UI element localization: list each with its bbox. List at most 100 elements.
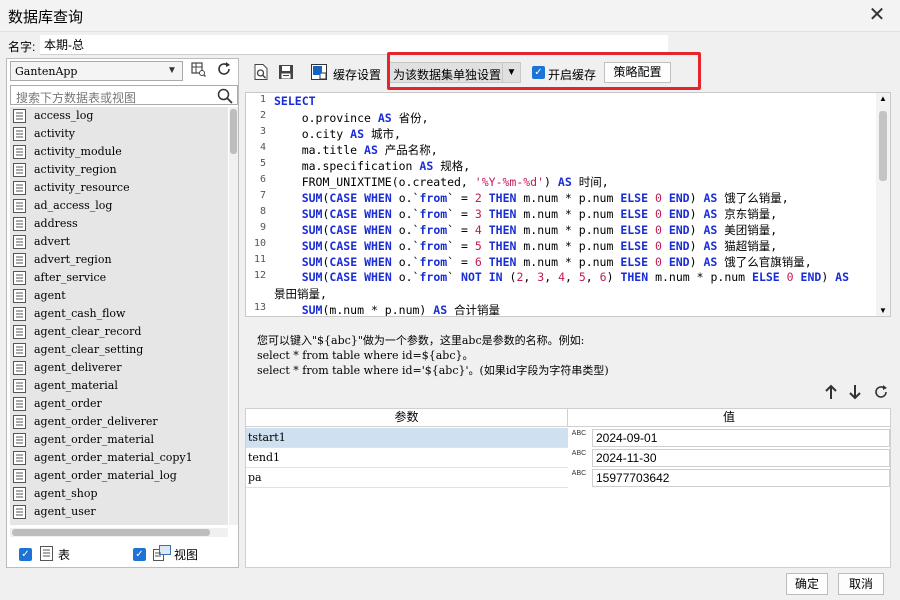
table-list-item[interactable]: after_service xyxy=(10,269,228,287)
code-text: FROM_UNIXTIME(o.created, '%Y-%m-%d') AS … xyxy=(274,175,609,189)
line-number: 13 xyxy=(253,302,266,313)
table-list-item[interactable]: advert xyxy=(10,233,228,251)
table-list-item[interactable]: agent_order xyxy=(10,395,228,413)
table-list-item[interactable]: activity xyxy=(10,125,228,143)
table-icon xyxy=(13,397,26,411)
code-text: SUM(CASE WHEN o.`from` = 2 THEN m.num * … xyxy=(301,191,789,205)
table-icon xyxy=(13,433,26,447)
parameter-value-input[interactable]: 2024-11-30 xyxy=(592,449,890,467)
cancel-button[interactable]: 取消 xyxy=(838,573,884,595)
code-text: SUM(CASE WHEN o.`from` = 5 THEN m.num * … xyxy=(301,239,778,253)
table-search-box[interactable]: 搜索下方数据表或视图 xyxy=(10,85,238,105)
table-name: agent_order_material_log xyxy=(34,469,177,482)
arrow-down-icon[interactable] xyxy=(846,384,864,402)
string-type-icon[interactable]: ABC xyxy=(568,468,590,488)
table-list-item[interactable]: agent_cash_flow xyxy=(10,305,228,323)
table-name: agent xyxy=(34,289,66,302)
table-list-scrollbar[interactable] xyxy=(229,107,238,525)
chevron-down-icon[interactable]: ▼ xyxy=(164,63,180,79)
param-value-header[interactable]: 值 xyxy=(568,409,890,427)
code-text: o.city AS 城市, xyxy=(274,127,401,141)
table-list-item[interactable]: agent_order_deliverer xyxy=(10,413,228,431)
ok-button[interactable]: 确定 xyxy=(786,573,828,595)
table-search-icon[interactable] xyxy=(187,61,209,81)
code-text: 景田销量, xyxy=(274,287,327,301)
table-list-item[interactable]: agent_shop xyxy=(10,485,228,503)
parameter-name[interactable]: tstart1 xyxy=(246,428,568,448)
parameter-name[interactable]: pa xyxy=(246,468,568,488)
scrollbar-thumb[interactable] xyxy=(879,111,887,181)
string-type-icon[interactable]: ABC xyxy=(568,428,590,448)
title-bar: 数据库查询 ✕ xyxy=(0,0,900,32)
database-select-value: GantenApp xyxy=(15,65,78,78)
line-number: 4 xyxy=(259,142,266,153)
editor-scrollbar[interactable]: ▲ ▼ xyxy=(876,93,890,316)
table-list-item[interactable]: agent_order_material_copy1 xyxy=(10,449,228,467)
table-list-item[interactable]: agent_material xyxy=(10,377,228,395)
table-list-item[interactable]: advert_region xyxy=(10,251,228,269)
parameter-table: 参数 值 tstart1 ABC 2024-09-01 tend1 ABC 2024-11… xyxy=(245,408,891,568)
database-select[interactable]: GantenApp ▼ xyxy=(10,61,183,81)
string-type-icon[interactable]: ABC xyxy=(568,448,590,468)
parameter-row[interactable]: tstart1 ABC 2024-09-01 xyxy=(246,428,890,448)
refresh-icon[interactable] xyxy=(872,384,890,402)
table-list-item[interactable]: ad_access_log xyxy=(10,197,228,215)
table-list-item[interactable]: agent_clear_record xyxy=(10,323,228,341)
cache-settings-label[interactable]: 缓存设置 xyxy=(333,66,381,83)
sql-editor[interactable]: ▲ ▼ 1 SELECT 2 o.province AS 省份, 3 o.city A… xyxy=(245,92,891,317)
parameter-value-input[interactable]: 15977703642 xyxy=(592,469,890,487)
line-number: 8 xyxy=(259,206,266,217)
table-icon xyxy=(13,379,26,393)
query-panel: 缓存设置 为该数据集单独设置 ▼ ✓ 开启缓存 策略配置 ▲ ▼ 1 SELECT… xyxy=(245,58,895,568)
search-input[interactable]: 搜索下方数据表或视图 xyxy=(16,89,136,106)
search-icon[interactable] xyxy=(216,87,234,105)
help-text-line: select * from table where id='${abc}'。(如… xyxy=(257,364,609,377)
parameter-name[interactable]: tend1 xyxy=(246,448,568,468)
code-text: SUM(CASE WHEN o.`from` = 3 THEN m.num * … xyxy=(301,207,778,221)
table-list-item[interactable]: activity_module xyxy=(10,143,228,161)
table-icon xyxy=(40,546,53,561)
table-list-item[interactable]: agent_user xyxy=(10,503,228,521)
table-list-item[interactable]: agent xyxy=(10,287,228,305)
table-name: agent_cash_flow xyxy=(34,307,126,320)
scrollbar-thumb[interactable] xyxy=(12,529,210,536)
scroll-down-icon[interactable]: ▼ xyxy=(879,306,887,315)
filter-row: ✓ 表 ✓ 视图 xyxy=(7,541,240,567)
param-name-header[interactable]: 参数 xyxy=(246,409,568,427)
refresh-icon[interactable] xyxy=(213,61,235,81)
table-list-item[interactable]: address xyxy=(10,215,228,233)
table-icon xyxy=(13,127,26,141)
table-name: activity_region xyxy=(34,163,117,176)
table-name: advert xyxy=(34,235,71,248)
view-icon xyxy=(153,545,171,561)
scroll-up-icon[interactable]: ▲ xyxy=(879,94,887,103)
code-text: ma.specification AS 规格, xyxy=(274,159,471,173)
table-list-item[interactable]: activity_region xyxy=(10,161,228,179)
scrollbar-thumb[interactable] xyxy=(230,109,237,154)
code-text: SUM(m.num * p.num) AS 合计销量 xyxy=(301,303,501,317)
table-list-item[interactable]: agent_order_material xyxy=(10,431,228,449)
table-list-item[interactable]: activity_resource xyxy=(10,179,228,197)
line-number: 1 xyxy=(259,94,266,105)
cache-icon[interactable] xyxy=(310,63,328,81)
preview-icon[interactable] xyxy=(252,63,270,81)
table-list-item[interactable]: access_log xyxy=(10,107,228,125)
table-name: agent_clear_record xyxy=(34,325,142,338)
arrow-up-icon[interactable] xyxy=(822,384,840,402)
table-list-item[interactable]: agent_order_material_log xyxy=(10,467,228,485)
table-list-item[interactable]: agent_deliverer xyxy=(10,359,228,377)
save-icon[interactable] xyxy=(277,63,295,81)
parameter-row[interactable]: pa ABC 15977703642 xyxy=(246,468,890,488)
parameter-row[interactable]: tend1 ABC 2024-11-30 xyxy=(246,448,890,468)
table-name: after_service xyxy=(34,271,107,284)
table-icon xyxy=(13,109,26,123)
table-list-item[interactable]: agent_clear_setting xyxy=(10,341,228,359)
parameter-value-input[interactable]: 2024-09-01 xyxy=(592,429,890,447)
table-list-hscrollbar[interactable] xyxy=(10,528,228,537)
table-name: agent_deliverer xyxy=(34,361,122,374)
close-icon[interactable]: ✕ xyxy=(866,5,888,27)
show-tables-checkbox[interactable]: ✓ xyxy=(19,548,32,561)
show-views-checkbox[interactable]: ✓ xyxy=(133,548,146,561)
code-text: o.province AS 省份, xyxy=(274,111,429,125)
name-label: 名字: xyxy=(8,40,36,54)
